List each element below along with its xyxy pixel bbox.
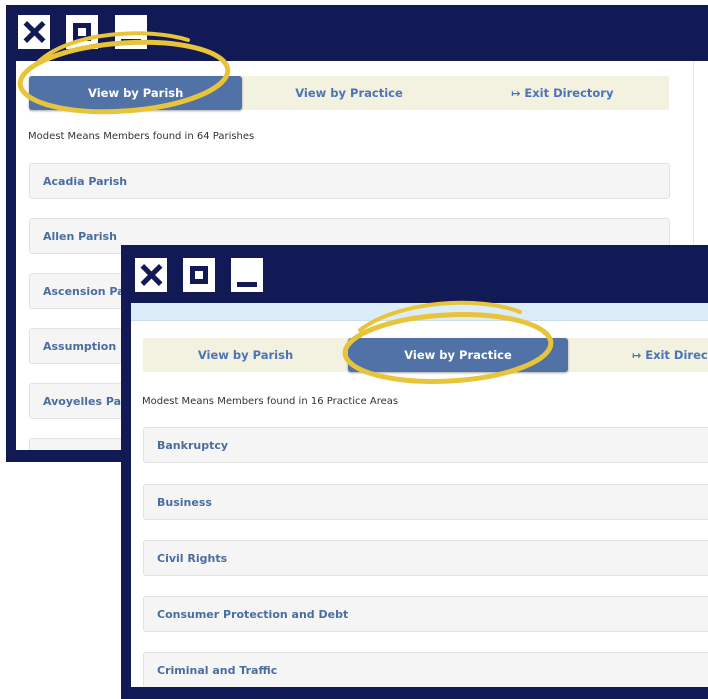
results-count: Modest Means Members found in 16 Practic… [142, 396, 399, 407]
tab-label: View by Parish [88, 86, 184, 100]
close-icon[interactable] [18, 15, 50, 49]
close-icon[interactable] [135, 258, 167, 292]
tab-label: View by Parish [197, 348, 294, 362]
list-item-label: Bankruptcy [157, 438, 229, 452]
tab-label: Exit Directory [645, 348, 708, 362]
practice-directory-window: View by Parish View by Practice ↦ Exit D… [121, 245, 708, 699]
tab-label: View by Practice [404, 348, 512, 362]
list-item[interactable]: Acadia Parish [29, 163, 670, 199]
tab-exit-directory[interactable]: ↦ Exit Directory [568, 338, 708, 372]
maximize-icon[interactable] [66, 15, 98, 49]
list-item-label: Civil Rights [157, 551, 228, 565]
list-item-label: Business [157, 495, 212, 509]
exit-icon: ↦ [632, 348, 642, 362]
results-count: Modest Means Members found in 64 Parishe… [28, 131, 255, 142]
tab-bar: View by Parish View by Practice ↦ Exit D… [143, 338, 708, 372]
exit-icon: ↦ [511, 86, 521, 100]
tab-view-by-parish[interactable]: View by Parish [29, 76, 243, 110]
minimize-icon[interactable] [231, 258, 263, 292]
tab-exit-directory[interactable]: ↦ Exit Directory [456, 76, 669, 110]
window-content: View by Parish View by Practice ↦ Exit D… [131, 303, 708, 687]
list-item-label: Allen Parish [43, 229, 117, 243]
tab-label: Exit Directory [524, 86, 614, 100]
tab-view-by-practice[interactable]: View by Practice [348, 338, 568, 372]
list-item[interactable]: Consumer Protection and Debt [143, 596, 708, 632]
tab-bar: View by Parish View by Practice ↦ Exit D… [29, 76, 669, 110]
tab-view-by-parish[interactable]: View by Parish [143, 338, 348, 372]
tab-view-by-practice[interactable]: View by Practice [242, 76, 455, 110]
list-item[interactable]: Bankruptcy [143, 427, 708, 463]
tab-label: View by Practice [295, 86, 403, 100]
maximize-icon[interactable] [183, 258, 215, 292]
list-item-label: Criminal and Traffic [157, 663, 278, 677]
info-banner [131, 303, 708, 321]
list-item[interactable]: Criminal and Traffic [143, 652, 708, 687]
list-item-label: Acadia Parish [43, 174, 128, 188]
list-item[interactable]: Civil Rights [143, 540, 708, 576]
list-item-label: Consumer Protection and Debt [157, 607, 349, 621]
title-bar [121, 245, 708, 301]
list-item[interactable]: Business [143, 484, 708, 520]
minimize-icon[interactable] [115, 15, 147, 49]
title-bar [6, 5, 708, 61]
